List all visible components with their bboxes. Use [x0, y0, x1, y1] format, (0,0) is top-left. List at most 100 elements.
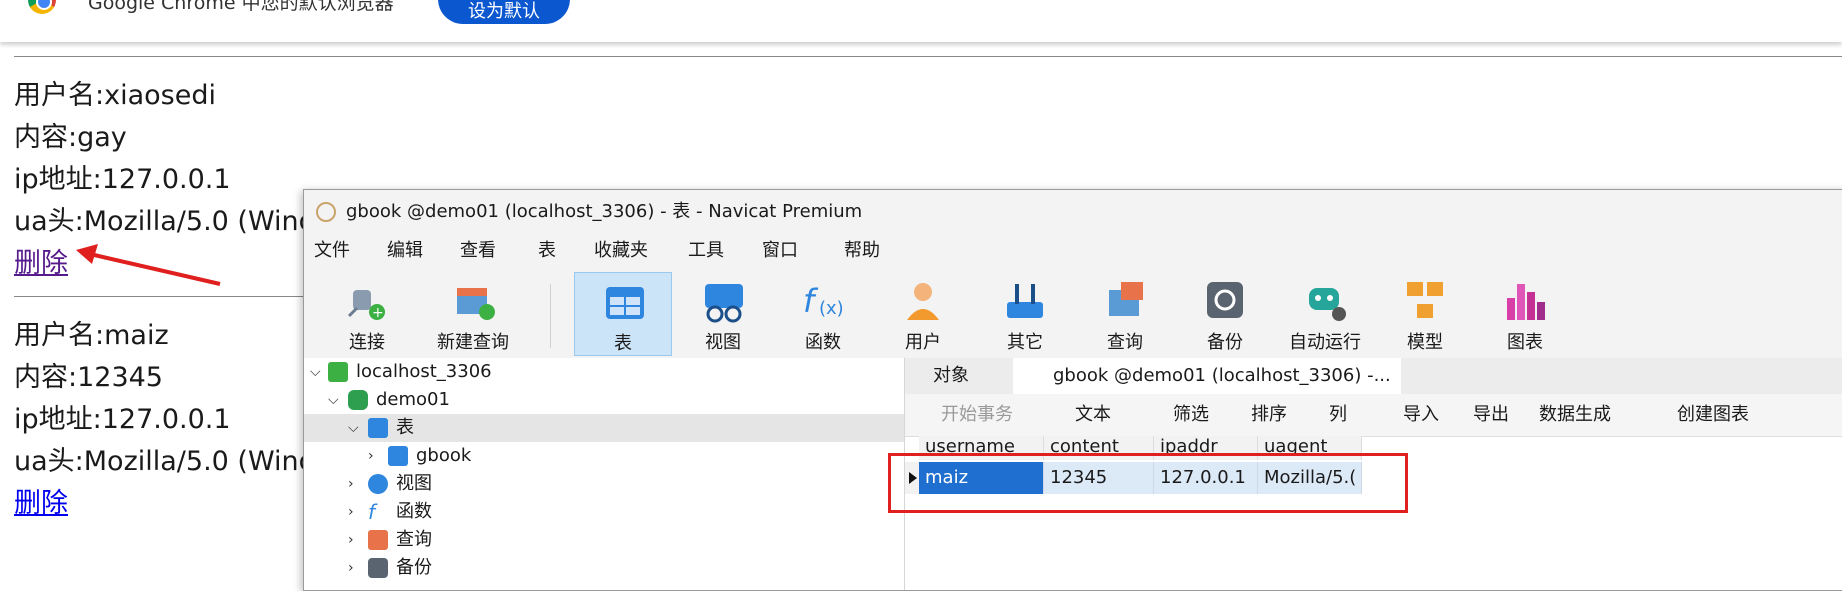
backup-icon: [1207, 282, 1243, 318]
chevron-right-icon[interactable]: ›: [348, 554, 354, 582]
toolbar-label: 其它: [1007, 332, 1043, 353]
entry-ua: ua头:Mozilla/5.0 (Wind: [14, 206, 316, 237]
tree-label: demo01: [376, 389, 450, 410]
tab-gbook-label: gbook @demo01 (localhost_3306) -...: [1053, 365, 1391, 386]
tree-database[interactable]: ⌵ demo01: [304, 386, 904, 414]
columns-button[interactable]: 列: [1329, 394, 1347, 436]
table-icon: [606, 287, 644, 319]
window-title: gbook @demo01 (localhost_3306) - 表 - Nav…: [346, 201, 863, 222]
object-tree: ⌵ localhost_3306 ⌵ demo01 ⌵ 表 › gbook › …: [304, 358, 905, 590]
tree-connection[interactable]: ⌵ localhost_3306: [304, 358, 904, 386]
toolbar-table[interactable]: 表: [574, 272, 672, 356]
menu-view[interactable]: 查看: [460, 234, 496, 268]
tree-label: 查询: [396, 529, 432, 550]
toolbar-new-query[interactable]: 新建查询: [424, 272, 522, 356]
export-button[interactable]: 导出: [1473, 394, 1509, 436]
toolbar-backup[interactable]: 备份: [1176, 272, 1274, 356]
begin-transaction-button[interactable]: 开始事务: [941, 394, 1013, 436]
divider: [14, 56, 1842, 57]
chevron-down-icon[interactable]: ⌵: [348, 414, 359, 442]
data-generation-button[interactable]: 数据生成: [1539, 394, 1611, 436]
toolbar-label: 表: [614, 333, 632, 354]
view-icon: [368, 474, 388, 494]
toolbar-label: 模型: [1407, 332, 1443, 353]
tree-views[interactable]: › 视图: [304, 470, 904, 498]
filter-button[interactable]: 筛选: [1173, 394, 1209, 436]
svg-text:f: f: [803, 282, 819, 320]
toolbar-label: 连接: [349, 332, 385, 353]
toolbar-label: 用户: [905, 332, 941, 353]
tree-queries[interactable]: › 查询: [304, 526, 904, 554]
table-toolbar: 开始事务 文本 筛选 排序 列 导入 导出 数据生成 创建图表: [905, 394, 1842, 437]
sort-button[interactable]: 排序: [1251, 394, 1287, 436]
chart-icon: [1507, 284, 1545, 320]
tree-label: localhost_3306: [356, 361, 492, 382]
toolbar-user[interactable]: 用户: [874, 272, 972, 356]
entry-content: 内容:gay: [14, 122, 127, 153]
entry-content: 内容:12345: [14, 362, 163, 393]
tab-objects[interactable]: 对象: [923, 358, 979, 394]
robot-icon: [1309, 288, 1346, 321]
tree-functions[interactable]: › f 函数: [304, 498, 904, 526]
tree-table-gbook[interactable]: › gbook: [304, 442, 904, 470]
menu-edit[interactable]: 编辑: [387, 234, 423, 268]
toolbar-label: 自动运行: [1289, 332, 1361, 353]
table-icon: [388, 446, 408, 466]
toolbar-chart[interactable]: 图表: [1476, 272, 1574, 356]
database-icon: [348, 390, 368, 410]
red-highlight-box: [888, 453, 1408, 513]
function-icon: f: [368, 500, 376, 524]
tab-bar: 对象 gbook @demo01 (localhost_3306) -...: [905, 358, 1842, 394]
menu-bar: 文件 编辑 查看 表 收藏夹 工具 窗口 帮助: [304, 234, 1842, 268]
tree-backups[interactable]: › 备份: [304, 554, 904, 582]
menu-help[interactable]: 帮助: [844, 234, 880, 268]
entry-delete-row: 删除: [14, 244, 68, 284]
chevron-down-icon[interactable]: ⌵: [310, 358, 321, 386]
toolbar-function[interactable]: f (x) 函数: [774, 272, 872, 356]
red-arrow-annotation: [76, 244, 221, 286]
user-icon: [907, 283, 939, 320]
query-icon: [368, 530, 388, 550]
create-chart-button[interactable]: 创建图表: [1677, 394, 1749, 436]
svg-text:(x): (x): [819, 298, 844, 319]
function-icon: f (x): [803, 282, 844, 320]
toolbar-query[interactable]: 查询: [1076, 272, 1174, 356]
query-icon: [1109, 282, 1143, 316]
chevron-right-icon[interactable]: ›: [348, 498, 354, 526]
chevron-down-icon[interactable]: ⌵: [328, 386, 339, 414]
tab-gbook[interactable]: gbook @demo01 (localhost_3306) -...: [1013, 358, 1401, 394]
view-icon: [705, 284, 743, 323]
toolbar-label: 函数: [805, 332, 841, 353]
connection-icon: [328, 362, 348, 382]
menu-favorites[interactable]: 收藏夹: [594, 234, 648, 268]
toolbar-others[interactable]: 其它: [976, 272, 1074, 356]
menu-tools[interactable]: 工具: [688, 234, 724, 268]
toolbar-separator: [550, 284, 551, 348]
default-browser-banner: Google Chrome 中您的默认浏览器 设为默认: [0, 0, 1842, 42]
toolbar-automation[interactable]: 自动运行: [1276, 272, 1374, 356]
delete-link[interactable]: 删除: [14, 248, 68, 279]
tree-label: 表: [396, 417, 414, 438]
chevron-right-icon[interactable]: ›: [348, 470, 354, 498]
toolbar-label: 图表: [1507, 332, 1543, 353]
menu-window[interactable]: 窗口: [762, 234, 798, 268]
tools-icon: [1007, 284, 1043, 318]
tree-tables[interactable]: ⌵ 表: [304, 414, 904, 442]
menu-file[interactable]: 文件: [314, 234, 350, 268]
entry-ip: ip地址:127.0.0.1: [14, 404, 231, 435]
chrome-logo-icon: [28, 0, 56, 14]
tree-label: gbook: [416, 445, 472, 466]
toolbar-model[interactable]: 模型: [1376, 272, 1474, 356]
chevron-right-icon[interactable]: ›: [348, 526, 354, 554]
text-button[interactable]: 文本: [1075, 394, 1111, 436]
toolbar-view[interactable]: 视图: [674, 272, 772, 356]
import-button[interactable]: 导入: [1403, 394, 1439, 436]
chevron-right-icon[interactable]: ›: [368, 442, 374, 470]
delete-link[interactable]: 删除: [14, 488, 68, 519]
menu-table[interactable]: 表: [538, 234, 556, 268]
toolbar-connect[interactable]: + 连接: [318, 272, 416, 356]
title-bar: gbook @demo01 (localhost_3306) - 表 - Nav…: [304, 190, 1842, 234]
toolbar-label: 查询: [1107, 332, 1143, 353]
table-icon: [368, 418, 388, 438]
set-default-button[interactable]: 设为默认: [438, 0, 570, 24]
